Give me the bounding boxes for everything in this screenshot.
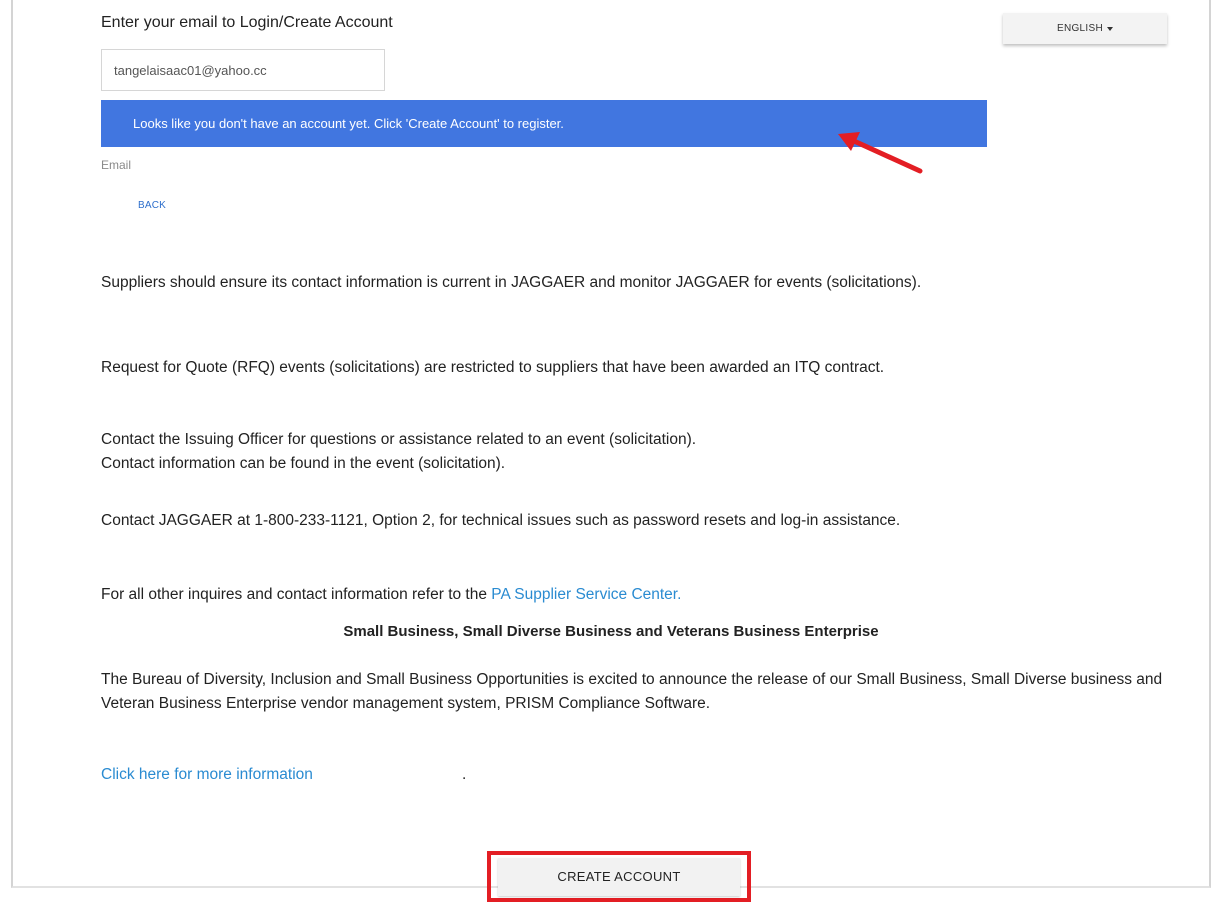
login-title: Enter your email to Login/Create Account	[101, 14, 393, 31]
issuing-officer-paragraph: Contact the Issuing Officer for question…	[101, 428, 1161, 476]
chevron-down-icon	[1107, 26, 1113, 31]
rfq-paragraph: Request for Quote (RFQ) events (solicita…	[101, 359, 885, 376]
language-dropdown[interactable]: ENGLISH	[1003, 13, 1167, 44]
other-inquiries-paragraph: For all other inquires and contact infor…	[101, 583, 1161, 607]
prism-announcement-paragraph: The Bureau of Diversity, Inclusion and S…	[101, 671, 1163, 712]
email-label: Email	[101, 158, 132, 172]
create-account-highlight: CREATE ACCOUNT	[487, 851, 751, 902]
jaggaer-support-paragraph: Contact JAGGAER at 1-800-233-1121, Optio…	[101, 512, 901, 529]
arrow-icon	[838, 132, 923, 174]
language-label: ENGLISH	[1056, 23, 1103, 34]
small-business-heading: Small Business, Small Diverse Business a…	[343, 623, 879, 640]
create-account-button[interactable]: CREATE ACCOUNT	[498, 857, 740, 896]
other-inquiries-text: For all other inquires and contact infor…	[101, 586, 487, 603]
issuing-officer-line-2: Contact information can be found in the …	[101, 455, 506, 472]
notice-text: Looks like you don't have an account yet…	[133, 116, 564, 131]
more-information-link[interactable]: Click here for more information	[101, 766, 313, 784]
issuing-officer-line-1: Contact the Issuing Officer for question…	[101, 431, 697, 448]
back-link[interactable]: BACK	[138, 200, 166, 211]
arrow-shaft	[851, 138, 923, 174]
email-input[interactable]	[101, 49, 385, 91]
supplier-contact-paragraph: Suppliers should ensure its contact info…	[101, 274, 922, 291]
supplier-service-center-link[interactable]: PA Supplier Service Center.	[491, 586, 681, 603]
more-information-period: .	[462, 766, 467, 783]
login-panel: Enter your email to Login/Create Account…	[11, 0, 1211, 888]
